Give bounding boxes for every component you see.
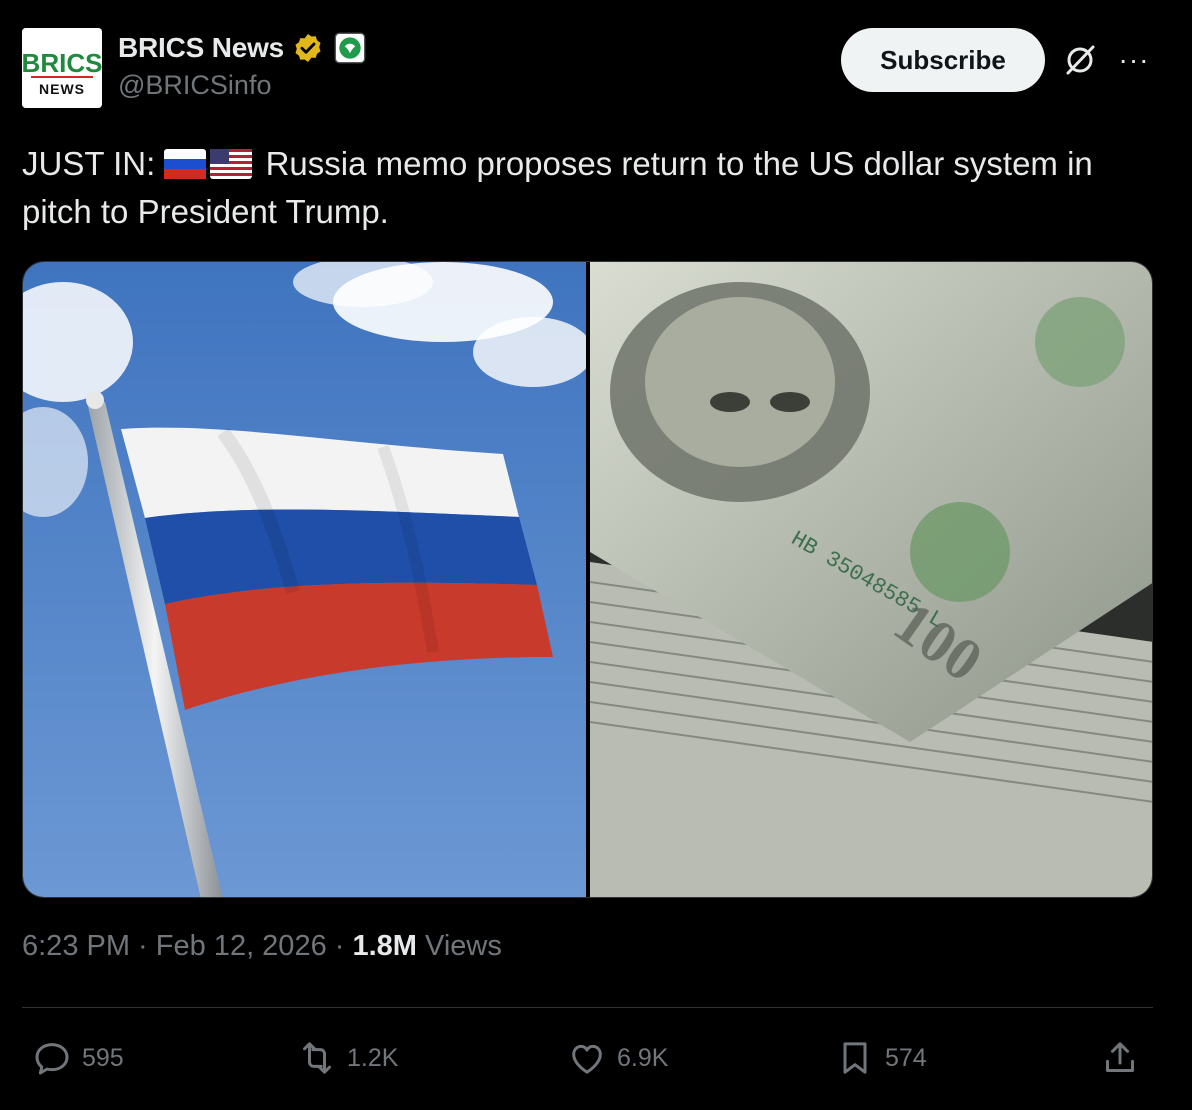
- author-block: BRICS News @BRICSinfo: [118, 30, 366, 101]
- subscribe-button[interactable]: Subscribe: [841, 28, 1045, 92]
- hundred-dollar-bills-photo: 100 HB 35048585 L: [590, 262, 1152, 897]
- like-count: 6.9K: [617, 1043, 669, 1072]
- brics-logo: BRICS NEWS: [22, 28, 102, 108]
- views-label: Views: [416, 930, 502, 962]
- tweet-text: JUST IN: Russia memo proposes return to …: [22, 140, 1152, 236]
- author-handle[interactable]: @BRICSinfo: [118, 70, 366, 101]
- divider: [22, 1007, 1153, 1008]
- heart-icon: [572, 1044, 602, 1074]
- meta-separator: ·: [326, 930, 353, 962]
- share-button[interactable]: [1100, 1030, 1140, 1086]
- more-options-icon[interactable]: ···: [1116, 42, 1152, 78]
- meta-separator: ·: [130, 930, 156, 962]
- tweet-meta: 6:23 PM · Feb 12, 2026 · 1.8M Views: [22, 930, 502, 963]
- share-icon: [1106, 1042, 1134, 1072]
- tweet-date[interactable]: Feb 12, 2026: [156, 930, 327, 962]
- affiliate-badge-icon[interactable]: [334, 32, 366, 64]
- bookmark-count: 574: [885, 1043, 927, 1072]
- author-name[interactable]: BRICS News: [118, 32, 284, 64]
- reply-count: 595: [82, 1043, 124, 1072]
- views-count: 1.8M: [352, 930, 417, 962]
- reply-button[interactable]: 595: [32, 1030, 124, 1086]
- like-button[interactable]: 6.9K: [567, 1030, 668, 1086]
- media-grid: 100 HB 35048585 L: [22, 261, 1153, 898]
- russia-flag-icon: [164, 149, 207, 179]
- russian-flag-photo: [23, 262, 586, 897]
- tweet-prefix: JUST IN:: [22, 145, 156, 182]
- tweet-time[interactable]: 6:23 PM: [22, 930, 130, 962]
- action-bar: 595 1.2K 6.9K 574: [22, 1030, 1153, 1086]
- media-image-russian-flag[interactable]: [23, 262, 586, 897]
- svg-text:BRICS: BRICS: [22, 48, 102, 78]
- verified-badge-icon[interactable]: [292, 32, 324, 64]
- repost-button[interactable]: 1.2K: [297, 1030, 398, 1086]
- media-image-dollars[interactable]: 100 HB 35048585 L: [590, 262, 1152, 897]
- tweet-header: BRICS NEWS BRICS News @BRICSinfo Subscri…: [22, 28, 1172, 108]
- grok-icon[interactable]: [1062, 42, 1098, 78]
- bookmark-button[interactable]: 574: [835, 1030, 927, 1086]
- author-avatar[interactable]: BRICS NEWS: [22, 28, 102, 108]
- svg-text:NEWS: NEWS: [39, 81, 85, 97]
- reply-icon: [35, 1043, 69, 1075]
- bookmark-icon: [843, 1042, 867, 1074]
- repost-count: 1.2K: [347, 1043, 399, 1072]
- repost-icon: [303, 1042, 331, 1074]
- us-flag-icon: [210, 149, 253, 179]
